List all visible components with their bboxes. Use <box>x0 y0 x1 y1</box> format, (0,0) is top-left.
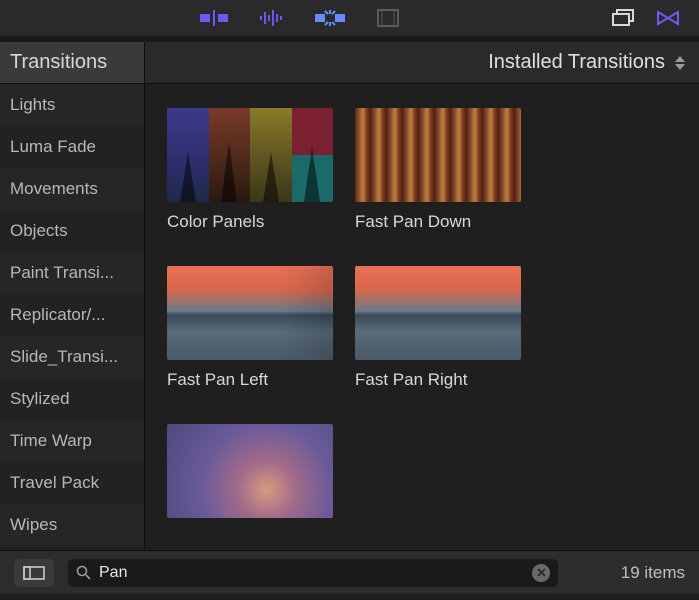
sidebar-item-replicator[interactable]: Replicator/... <box>0 294 144 336</box>
filmstrip-icon[interactable] <box>373 6 403 30</box>
item-count-label: 19 items <box>621 563 685 583</box>
transition-item[interactable] <box>167 424 333 528</box>
sidebar-item-time-warp[interactable]: Time Warp <box>0 420 144 462</box>
audio-levels-icon[interactable] <box>257 6 287 30</box>
transition-thumbnail <box>355 266 521 360</box>
sidebar-item-movements[interactable]: Movements <box>0 168 144 210</box>
clear-search-button[interactable] <box>532 564 550 582</box>
timeline-icon[interactable] <box>199 6 229 30</box>
search-input[interactable] <box>99 564 524 582</box>
transition-item[interactable]: Fast Pan Down <box>355 108 521 232</box>
close-icon <box>537 568 546 577</box>
transition-item[interactable]: Fast Pan Right <box>355 266 521 390</box>
browser-header: Transitions Installed Transitions <box>0 42 699 84</box>
search-icon <box>76 565 91 580</box>
transition-label: Fast Pan Left <box>167 370 333 390</box>
sort-updown-icon <box>675 56 685 70</box>
transition-thumbnail <box>167 266 333 360</box>
panel-title: Transitions <box>0 42 145 83</box>
sidebar-item-slide-transitions[interactable]: Slide_Transi... <box>0 336 144 378</box>
layout-toggle-button[interactable] <box>14 559 54 587</box>
search-field[interactable] <box>68 559 558 587</box>
top-toolbar <box>0 0 699 42</box>
window-stack-icon[interactable] <box>609 6 639 30</box>
browser-footer: 19 items <box>0 550 699 594</box>
transition-thumbnail <box>355 108 521 202</box>
category-sidebar: Lights Luma Fade Movements Objects Paint… <box>0 84 145 550</box>
transition-label: Color Panels <box>167 212 333 232</box>
transition-label: Fast Pan Right <box>355 370 521 390</box>
browser-content: Color Panels Fast Pan Down Fast Pan Left… <box>145 84 699 550</box>
sidebar-item-stylized[interactable]: Stylized <box>0 378 144 420</box>
source-label: Installed Transitions <box>488 51 665 74</box>
transition-item[interactable]: Color Panels <box>167 108 333 232</box>
sidebar-item-lights[interactable]: Lights <box>0 84 144 126</box>
transition-label: Fast Pan Down <box>355 212 521 232</box>
sidebar-item-paint-transitions[interactable]: Paint Transi... <box>0 252 144 294</box>
sidebar-item-wipes[interactable]: Wipes <box>0 504 144 546</box>
transition-item[interactable]: Fast Pan Left <box>167 266 333 390</box>
source-selector[interactable]: Installed Transitions <box>145 42 699 83</box>
sidebar-item-travel-pack[interactable]: Travel Pack <box>0 462 144 504</box>
layout-icon <box>23 566 45 580</box>
transition-thumbnail <box>167 424 333 518</box>
sidebar-item-objects[interactable]: Objects <box>0 210 144 252</box>
sidebar-item-luma-fade[interactable]: Luma Fade <box>0 126 144 168</box>
transitions-burst-icon[interactable] <box>315 6 345 30</box>
transition-thumbnail <box>167 108 333 202</box>
bowtie-icon[interactable] <box>653 6 683 30</box>
